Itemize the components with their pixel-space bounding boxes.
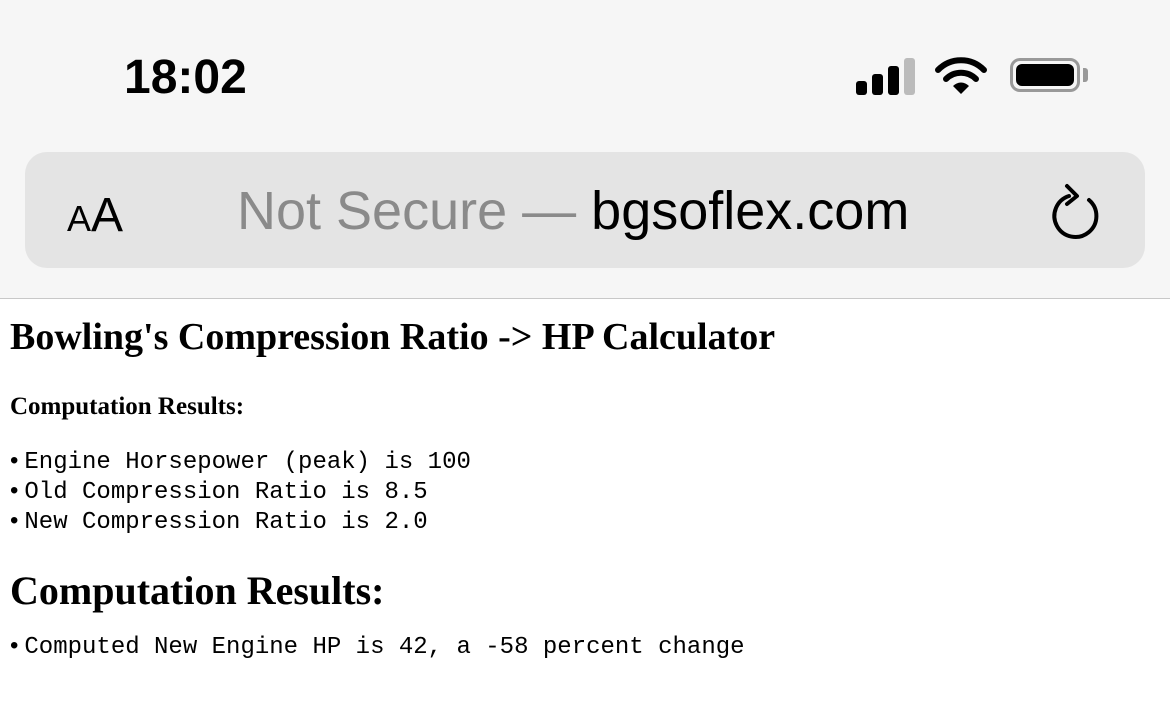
results-list: Computed New Engine HP is 42, a -58 perc… <box>10 632 1160 662</box>
reader-settings-button[interactable]: AA <box>67 188 123 243</box>
section-heading: Computation Results: <box>10 568 385 613</box>
inputs-list: Engine Horsepower (peak) is 100 Old Comp… <box>10 447 1160 537</box>
url-field[interactable]: Not Secure — bgsoflex.com <box>237 180 909 242</box>
page-title: Bowling's Compression Ratio -> HP Calcul… <box>10 316 776 358</box>
reload-icon[interactable] <box>1049 180 1105 242</box>
list-item: Engine Horsepower (peak) is 100 <box>10 447 1160 477</box>
list-item: New Compression Ratio is 2.0 <box>10 507 1160 537</box>
domain: bgsoflex.com <box>591 181 910 241</box>
browser-chrome: 18:02 AA Not Secure — bgsoflex.com <box>0 0 1170 299</box>
page-content: Bowling's Compression Ratio -> HP Calcul… <box>0 315 1170 662</box>
not-secure-label: Not Secure — <box>237 181 577 241</box>
status-time: 18:02 <box>124 51 247 104</box>
list-item: Old Compression Ratio is 8.5 <box>10 477 1160 507</box>
address-bar[interactable]: AA Not Secure — bgsoflex.com <box>25 152 1145 268</box>
wifi-icon <box>935 57 987 94</box>
section-heading: Computation Results: <box>10 393 245 420</box>
cellular-signal-icon <box>856 58 915 95</box>
battery-icon <box>1010 58 1080 92</box>
list-item: Computed New Engine HP is 42, a -58 perc… <box>10 632 1160 662</box>
battery-nub <box>1083 68 1088 82</box>
